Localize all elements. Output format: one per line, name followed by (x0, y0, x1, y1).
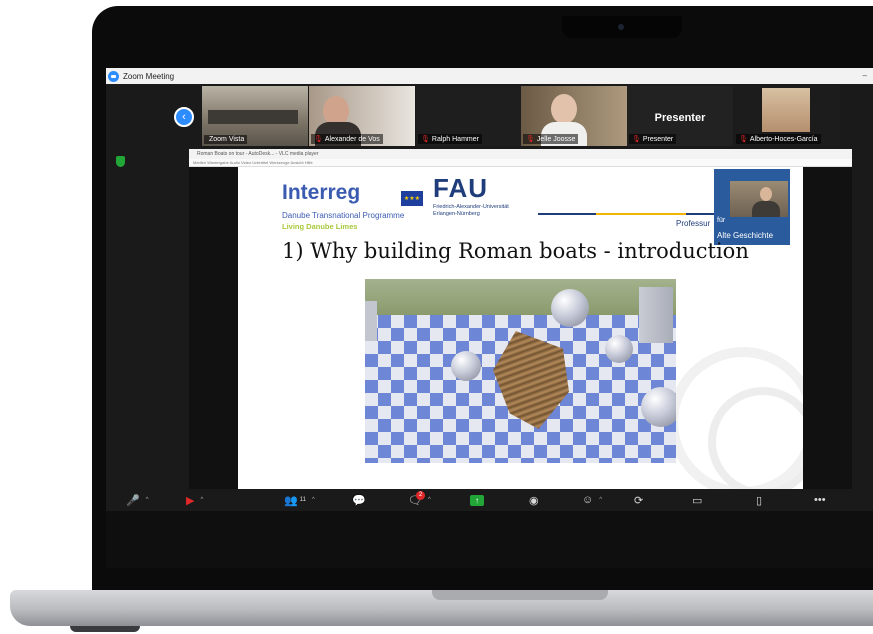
fau-subtitle: Erlangen-Nürnberg (433, 211, 480, 217)
mute-mic-icon: 🎙 (632, 136, 641, 143)
participant-tile[interactable]: Presenter 🎙 Presenter (627, 86, 733, 146)
unmute-button[interactable]: 🎤 ^ (126, 492, 149, 508)
shared-window-content: Interreg ★★★ Danube Transnational Progra… (189, 167, 852, 489)
camera-lens (618, 24, 624, 30)
apps-button[interactable]: ⟳ (634, 492, 643, 508)
laptop-base-lip (432, 590, 608, 600)
boat-render-image (365, 279, 676, 463)
participant-name: Ralph Hammer (431, 136, 479, 143)
more-button[interactable]: ••• (814, 492, 826, 508)
zoom-screen: Zoom Meeting – ‹ Zoom Vista 🎙 Alexander d… (106, 68, 873, 568)
screen-bottom-area (106, 511, 873, 568)
participant-tile[interactable]: 🎙 Jelle Joosse (521, 86, 627, 146)
whiteboard-button[interactable]: ▭ (692, 492, 702, 508)
reactions-button[interactable]: ☺ ^ (582, 492, 602, 508)
stop-video-icon: ▶ (186, 494, 195, 507)
living-danube-limes-label: Living Danube Limes (282, 222, 358, 231)
chevron-up-icon[interactable]: ^ (599, 497, 602, 503)
danube-programme-label: Danube Transnational Programme (282, 211, 405, 220)
eu-flag-icon: ★★★ (401, 191, 423, 206)
participant-tile[interactable]: 🎙 Ralph Hammer (416, 86, 522, 146)
participant-tile[interactable]: Zoom Vista (202, 86, 308, 146)
chevron-up-icon[interactable]: ^ (428, 497, 431, 503)
fau-subtitle: Friedrich-Alexander-Universität (433, 204, 509, 210)
participant-name: Alberto-Hoces-García (749, 136, 818, 143)
qa-button[interactable]: 💬 (352, 492, 366, 508)
participant-name: Presenter (642, 136, 674, 143)
participant-name: Alexander de Vos (324, 136, 380, 143)
meeting-toolbar: 🎤 ^ ▶ ^ 👥 11 ^ 💬 🗨 2 ^ ↑ ◉ ☺ ^ ⟳ ▭ ▯ ••• (106, 489, 873, 511)
whiteboard-icon: ▭ (692, 494, 703, 507)
glass-sphere (451, 351, 481, 381)
mute-mic-icon: 🎙 (526, 136, 535, 143)
fau-logo: FAU (433, 173, 488, 203)
chevron-up-icon[interactable]: ^ (200, 497, 203, 503)
professur-label: Professur (676, 219, 711, 228)
notes-icon: ▯ (756, 494, 763, 507)
mute-mic-icon: 🎙 (314, 136, 323, 143)
shared-window-title: Roman Boats on tour - AutoDesk... - VLC … (189, 149, 852, 159)
more-icon: ••• (814, 494, 826, 506)
share-screen-icon: ↑ (470, 494, 484, 506)
participant-tile[interactable]: 🎙 Alberto-Hoces-García (734, 86, 840, 146)
participant-tile[interactable]: 🎙 Alexander de Vos (309, 86, 415, 146)
scene-block (365, 301, 377, 341)
minimize-button[interactable]: – (863, 71, 867, 80)
mute-mic-icon: 🎙 (739, 136, 748, 143)
chat-unread-badge: 2 (416, 490, 425, 500)
badge-fuer-label: für (717, 217, 726, 224)
chevron-left-icon[interactable]: ‹ (174, 107, 194, 127)
window-titlebar: Zoom Meeting – (106, 68, 873, 84)
chevron-up-icon[interactable]: ^ (312, 497, 315, 503)
chevron-up-icon[interactable]: ^ (146, 497, 149, 503)
notes-button[interactable]: ▯ (756, 492, 762, 508)
share-screen-button[interactable]: ↑ (470, 492, 484, 508)
record-icon: ◉ (529, 494, 539, 507)
glass-sphere (605, 335, 633, 363)
mute-mic-icon: 🎤 (126, 494, 140, 507)
qa-icon: 💬 (352, 494, 366, 507)
laptop-foot (70, 626, 140, 632)
shared-screen: Roman Boats on tour - AutoDesk... - VLC … (189, 149, 852, 489)
chat-button[interactable]: 🗨 2 ^ (408, 490, 431, 508)
presentation-slide: Interreg ★★★ Danube Transnational Progra… (238, 167, 803, 489)
participant-tile-label: Presenter (654, 112, 706, 124)
professorship-badge: für Alte Geschichte (714, 169, 790, 245)
chat-icon: 🗨 2 (408, 490, 425, 507)
glass-sphere (551, 289, 589, 327)
divider-line (538, 213, 596, 215)
speaker-body (752, 201, 780, 217)
participants-icon: 👥 (284, 494, 298, 507)
participant-strip: ‹ Zoom Vista 🎙 Alexander de Vos 🎙 Ralph Ha… (106, 84, 873, 148)
start-video-button[interactable]: ▶ ^ (186, 492, 203, 508)
laptop-mockup: Zoom Meeting – ‹ Zoom Vista 🎙 Alexander d… (0, 0, 873, 634)
scene-sky (365, 279, 676, 315)
divider-line (596, 213, 686, 215)
speaker-video-thumbnail (730, 181, 788, 217)
participant-name: Zoom Vista (209, 136, 245, 143)
speaker-face (760, 187, 772, 201)
mute-mic-icon: 🎙 (421, 136, 430, 143)
scene-block (639, 287, 673, 343)
participants-count: 11 (299, 497, 306, 503)
record-button[interactable]: ◉ (529, 492, 539, 508)
glass-sphere (641, 387, 676, 427)
window-title: Zoom Meeting (123, 71, 175, 81)
shield-icon[interactable] (116, 156, 125, 167)
apps-icon: ⟳ (634, 494, 644, 507)
reactions-icon: ☺ (582, 494, 594, 506)
interreg-logo: Interreg (282, 181, 361, 204)
shared-window-menubar: Medien Wiedergabe Audio Video Untertitel… (189, 159, 852, 167)
slide-title: 1) Why building Roman boats - introducti… (282, 239, 749, 263)
participants-button[interactable]: 👥 11 ^ (284, 492, 315, 508)
participant-name: Jelle Joosse (536, 136, 576, 143)
zoom-logo-icon (108, 70, 119, 82)
